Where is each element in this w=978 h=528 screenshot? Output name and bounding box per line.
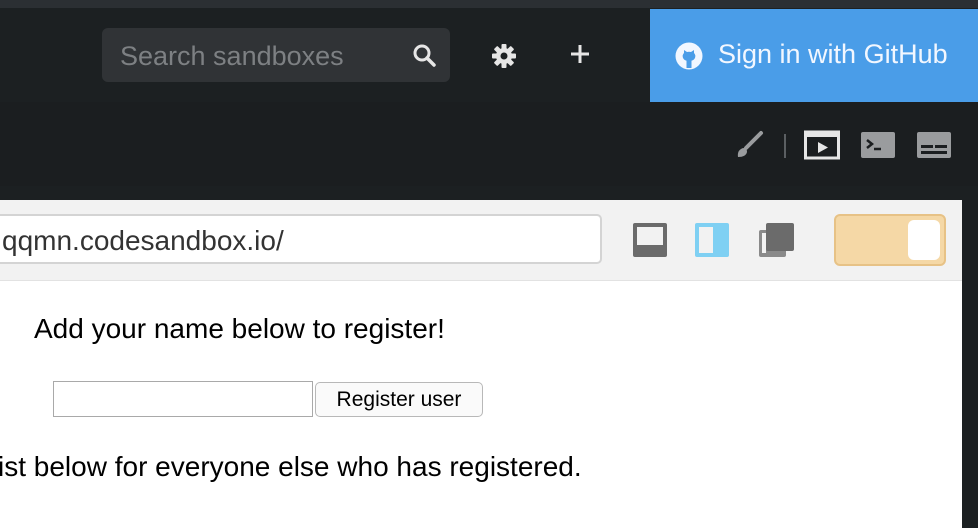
- register-heading: Add your name below to register!: [34, 313, 445, 344]
- preview-browser: qqmn.codesandbox.io/ Add your name below…: [0, 200, 962, 528]
- gear-icon[interactable]: [490, 42, 518, 70]
- url-bar[interactable]: qqmn.codesandbox.io/: [0, 214, 602, 264]
- browser-navbar: qqmn.codesandbox.io/: [0, 200, 962, 281]
- toolbar-divider: [784, 134, 786, 158]
- github-icon: [675, 42, 703, 70]
- registered-list-text: ist below for everyone else who has regi…: [0, 451, 582, 482]
- top-strip: [0, 0, 978, 8]
- terminal-icon[interactable]: [860, 130, 896, 160]
- bottom-pane-icon[interactable]: [632, 222, 668, 258]
- search-icon[interactable]: [412, 43, 436, 67]
- page-content: Add your name below to register! Registe…: [0, 281, 962, 528]
- preview-toggle[interactable]: [834, 214, 946, 266]
- preview-icon[interactable]: [804, 130, 840, 160]
- console-icon[interactable]: [916, 130, 952, 160]
- search-box[interactable]: Search sandboxes: [102, 28, 450, 82]
- editor-toolbar: [0, 102, 978, 186]
- search-input[interactable]: Search sandboxes: [120, 41, 344, 72]
- toggle-knob: [908, 220, 940, 260]
- signin-github-button[interactable]: Sign in with GitHub: [650, 9, 978, 102]
- signin-label: Sign in with GitHub: [718, 39, 948, 69]
- new-window-icon[interactable]: [758, 222, 796, 260]
- url-text[interactable]: qqmn.codesandbox.io/: [2, 225, 284, 257]
- name-input[interactable]: [53, 381, 313, 417]
- header-bar: Search sandboxes Sign in with GitHub: [0, 8, 978, 102]
- register-user-button[interactable]: Register user: [315, 382, 483, 417]
- right-pane-icon[interactable]: [694, 222, 730, 258]
- plus-icon[interactable]: [568, 42, 592, 66]
- brush-icon[interactable]: [734, 130, 764, 160]
